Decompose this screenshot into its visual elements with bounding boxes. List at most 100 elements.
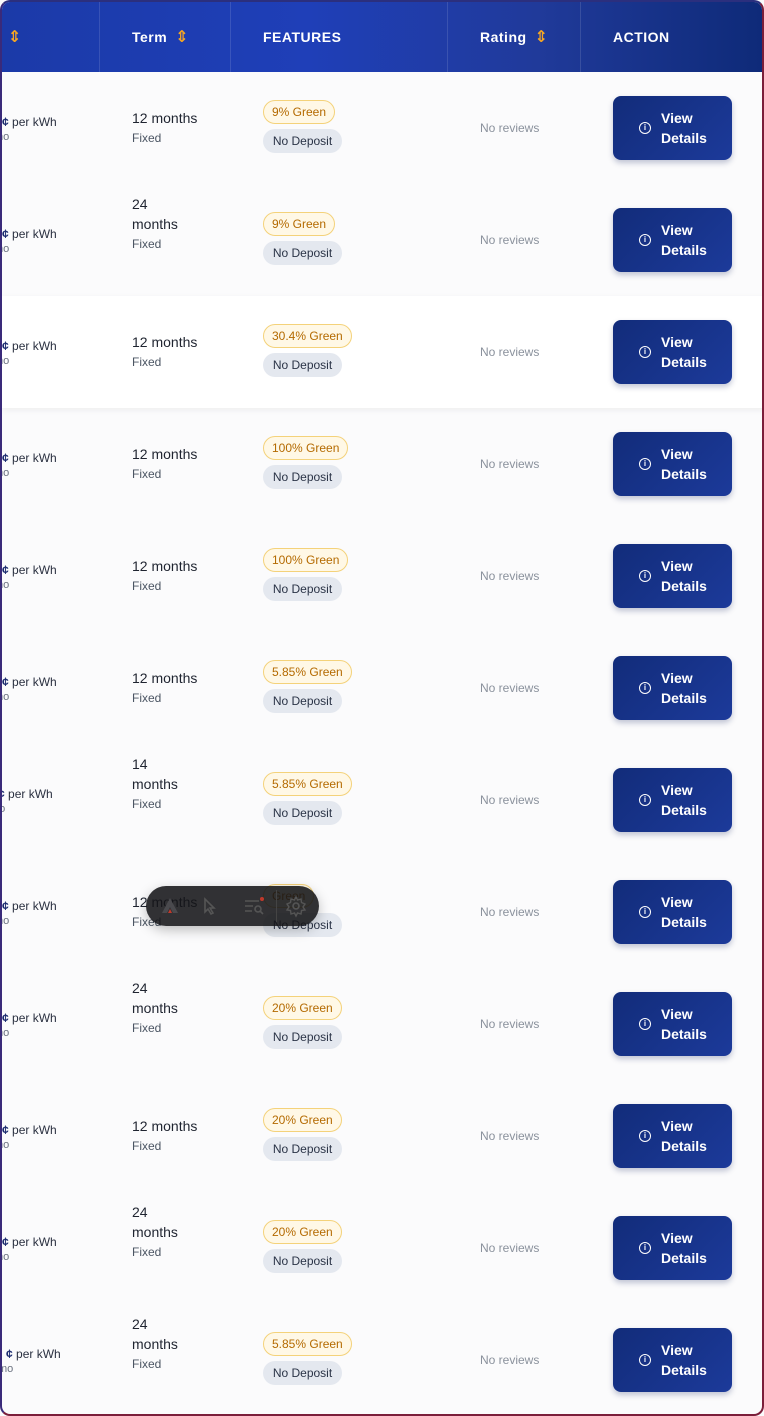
price-unit: per kWh — [12, 339, 57, 353]
term-type: Fixed — [132, 691, 162, 705]
rating-cell: No reviews — [480, 905, 540, 919]
view-details-label: View Details — [661, 1342, 707, 1378]
price-cell: ¢ per kWh mo — [2, 339, 57, 367]
price-cell: ¢ per kWh mo — [2, 1235, 57, 1263]
term-length: 12 months — [132, 670, 198, 686]
green-percent-badge: 30.4% Green — [263, 324, 352, 348]
term-length: 12 months — [132, 558, 198, 574]
green-percent-badge: 20% Green — [263, 1220, 342, 1244]
header-rating[interactable]: Rating ⇕ — [480, 2, 548, 72]
view-details-button[interactable]: i View Details — [613, 880, 732, 944]
view-details-button[interactable]: i View Details — [613, 1328, 732, 1392]
header-rating-label: Rating — [480, 29, 527, 45]
cent-symbol-icon: ¢ — [2, 787, 5, 801]
price-cell: ¢ per kWh mo — [2, 115, 57, 143]
no-deposit-badge: No Deposit — [263, 1025, 342, 1049]
info-icon: i — [639, 234, 651, 246]
no-deposit-badge: No Deposit — [263, 1137, 342, 1161]
table-row: ¢ per kWh mo 12 months Fixed 9% Green No… — [2, 72, 762, 184]
sort-arrows-icon[interactable]: ⇕ — [8, 27, 22, 47]
info-icon: i — [639, 1354, 651, 1366]
view-details-button[interactable]: i View Details — [613, 320, 732, 384]
term-cell: 12 months Fixed — [132, 444, 222, 482]
table-row: ¢ per kWh mo 24 months Fixed 20% Green N… — [2, 968, 762, 1080]
term-type: Fixed — [132, 131, 162, 145]
price-cell: ¢ per kWh mo — [2, 227, 57, 255]
term-type: Fixed — [132, 1139, 162, 1153]
green-percent-badge: 5.85% Green — [263, 1332, 352, 1356]
cursor-select-icon[interactable] — [198, 894, 222, 918]
cent-symbol-icon: ¢ — [6, 1347, 13, 1361]
price-unit: per kWh — [12, 563, 57, 577]
term-type: Fixed — [132, 1357, 162, 1371]
price-cell: ¢ per kWh mo — [2, 1347, 61, 1375]
view-details-label: View Details — [661, 670, 707, 706]
view-details-button[interactable]: i View Details — [613, 656, 732, 720]
info-icon: i — [639, 346, 651, 358]
features-cell: 100% Green No Deposit — [263, 436, 349, 489]
term-type: Fixed — [132, 237, 162, 251]
no-deposit-badge: No Deposit — [263, 241, 342, 265]
view-details-label: View Details — [661, 110, 707, 146]
price-sub: mo — [2, 131, 10, 143]
table-row: ¢ per kWh mo 24 months Fixed 9% Green No… — [2, 184, 762, 296]
features-cell: 20% Green No Deposit — [263, 1108, 342, 1161]
price-cell: ¢ per kWh mo — [2, 1123, 57, 1151]
rating-cell: No reviews — [480, 1241, 540, 1255]
term-length: 24 months — [132, 196, 178, 232]
term-type: Fixed — [132, 355, 162, 369]
header-price-col[interactable]: ⇕ — [8, 2, 22, 72]
no-deposit-badge: No Deposit — [263, 353, 342, 377]
table-row: ¢ per kWh mo 24 months Fixed 5.85% Green… — [2, 1304, 762, 1414]
rating-cell: No reviews — [480, 1017, 540, 1031]
table-header: ⇕ Term ⇕ FEATURES Rating ⇕ ACTION — [2, 2, 762, 72]
features-cell: 9% Green No Deposit — [263, 212, 342, 265]
price-cell: ¢ per kWh mo — [2, 899, 57, 927]
no-deposit-badge: No Deposit — [263, 1249, 342, 1273]
view-details-button[interactable]: i View Details — [613, 544, 732, 608]
term-cell: 12 months Fixed — [132, 332, 222, 370]
info-icon: i — [639, 1242, 651, 1254]
green-percent-badge: 5.85% Green — [263, 660, 352, 684]
view-details-button[interactable]: i View Details — [613, 768, 732, 832]
rating-cell: No reviews — [480, 1129, 540, 1143]
term-length: 24 months — [132, 1316, 178, 1352]
view-details-button[interactable]: i View Details — [613, 1216, 732, 1280]
view-details-button[interactable]: i View Details — [613, 208, 732, 272]
view-details-button[interactable]: i View Details — [613, 1104, 732, 1168]
price-unit: per kWh — [12, 899, 57, 913]
view-details-button[interactable]: i View Details — [613, 432, 732, 496]
settings-gear-icon[interactable] — [284, 894, 308, 918]
sort-arrows-icon[interactable]: ⇕ — [175, 27, 189, 47]
view-details-button[interactable]: i View Details — [613, 96, 732, 160]
green-percent-badge: 5.85% Green — [263, 772, 352, 796]
price-unit: per kWh — [12, 1011, 57, 1025]
no-deposit-badge: No Deposit — [263, 801, 342, 825]
price-unit: per kWh — [12, 1123, 57, 1137]
inspect-list-icon[interactable] — [242, 894, 266, 918]
view-details-button[interactable]: i View Details — [613, 992, 732, 1056]
features-cell: 30.4% Green No Deposit — [263, 324, 352, 377]
price-unit: per kWh — [12, 1235, 57, 1249]
no-deposit-badge: No Deposit — [263, 689, 342, 713]
term-cell: 24 months Fixed — [132, 1314, 194, 1372]
price-unit: per kWh — [12, 115, 57, 129]
cent-symbol-icon: ¢ — [2, 1235, 9, 1249]
price-unit: per kWh — [12, 675, 57, 689]
table-row: ¢ per kWh mo 12 months Fixed 20% Green N… — [2, 1080, 762, 1192]
sort-arrows-icon[interactable]: ⇕ — [535, 27, 549, 47]
table-frame: ⇕ Term ⇕ FEATURES Rating ⇕ ACTION ¢ per … — [0, 0, 764, 1416]
rating-cell: No reviews — [480, 121, 540, 135]
price-cell: ¢ per kWh mo — [2, 563, 57, 591]
term-length: 12 months — [132, 1118, 198, 1134]
cent-symbol-icon: ¢ — [2, 899, 9, 913]
logo-icon[interactable] — [158, 894, 182, 918]
rating-cell: No reviews — [480, 793, 540, 807]
header-action: ACTION — [613, 2, 670, 72]
view-details-label: View Details — [661, 446, 707, 482]
price-sub: mo — [2, 579, 10, 591]
term-type: Fixed — [132, 1245, 162, 1259]
header-term[interactable]: Term ⇕ — [132, 2, 189, 72]
term-cell: 14 months Fixed — [132, 754, 194, 812]
price-sub: mo — [2, 467, 10, 479]
